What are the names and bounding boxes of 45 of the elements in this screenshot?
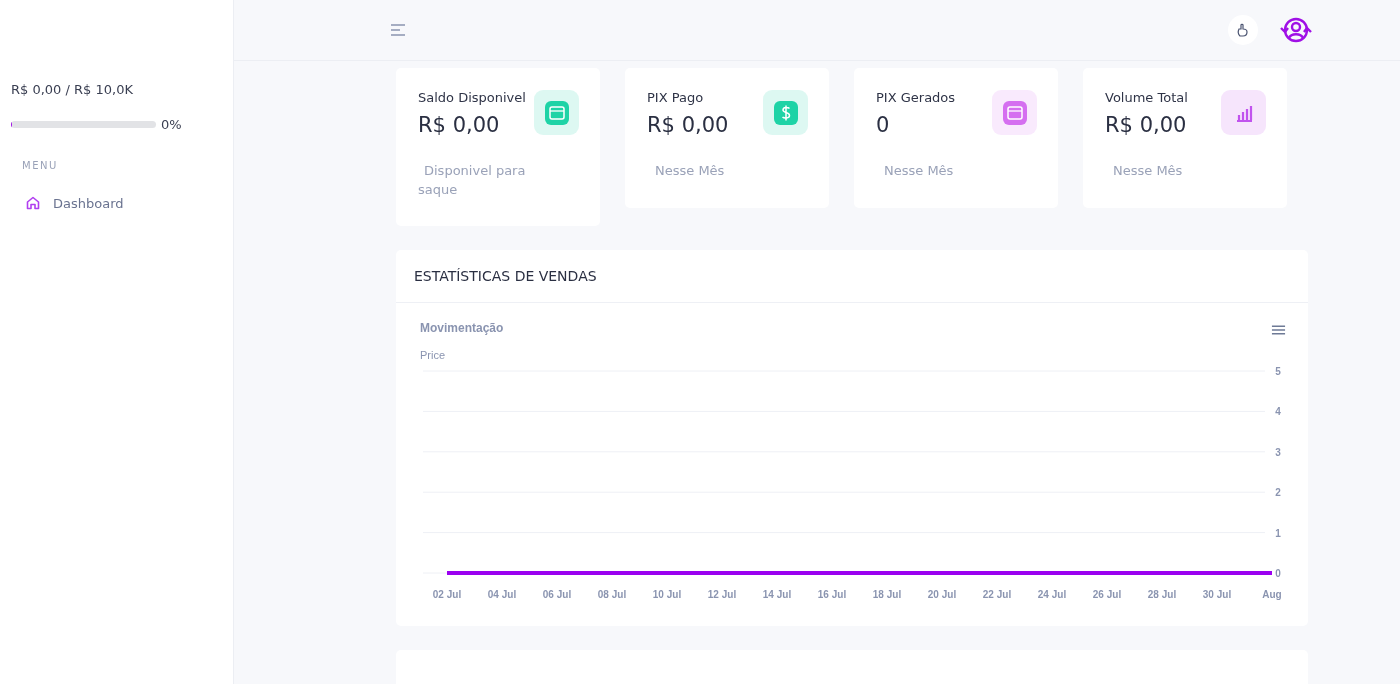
stat-title: Saldo Disponivel [418,90,526,105]
stat-value: R$ 0,00 [647,113,729,137]
y-tick-label: 4 [1275,406,1281,418]
x-tick-label: 10 Jul [652,589,682,600]
hand-icon [1235,22,1251,38]
x-tick-label: 08 Jul [597,589,627,600]
x-tick-label: 24 Jul [1037,589,1067,600]
y-tick-label: 0 [1275,568,1281,579]
stat-title: PIX Gerados [876,90,956,105]
x-tick-label: 04 Jul [487,589,517,600]
x-tick-label: 18 Jul [872,589,902,600]
x-tick-label: 22 Jul [982,589,1012,600]
x-tick-label: Aug [1262,589,1282,600]
panel-title: ESTATÍSTICAS DE VENDAS [396,250,1308,303]
x-tick-label: 30 Jul [1202,589,1232,600]
x-tick-label: 28 Jul [1147,589,1177,600]
stat-note: Nesse Mês [1112,162,1184,180]
x-tick-label: 16 Jul [817,589,847,600]
x-tick-label: 12 Jul [707,589,737,600]
menu-heading: MENU [22,160,59,171]
stat-note: Disponivel para saque [418,162,527,199]
balance-text: R$ 0,00 / R$ 10,0K [11,82,134,97]
x-tick-label: 14 Jul [762,589,792,600]
x-tick-label: 20 Jul [927,589,957,600]
sidebar-item[interactable]: Dashboard [25,195,233,211]
stat-value: R$ 0,00 [418,113,501,137]
x-tick-label: 02 Jul [432,589,462,600]
y-tick-label: 1 [1275,527,1281,539]
y-axis-label: Price [420,349,447,361]
stat-value: 0 [876,113,891,137]
stat-title: PIX Pago [647,90,705,105]
y-tick-label: 3 [1275,446,1281,458]
chart-title: Movimentação [420,321,504,335]
progress-reading: 0% [161,117,182,132]
x-tick-label: 06 Jul [542,589,572,600]
stat-title: Volume Total [1105,90,1188,105]
menu-icon[interactable] [1271,324,1286,336]
stat-note: Nesse Mês [883,162,955,180]
stat-value: R$ 0,00 [1105,113,1188,137]
theme-toggle-button[interactable] [1228,15,1258,45]
stat-note: Nesse Mês [654,162,726,180]
y-tick-label: 2 [1275,487,1281,499]
home-icon [25,195,41,211]
x-tick-label: 26 Jul [1092,589,1122,600]
y-tick-label: 5 [1275,366,1281,377]
